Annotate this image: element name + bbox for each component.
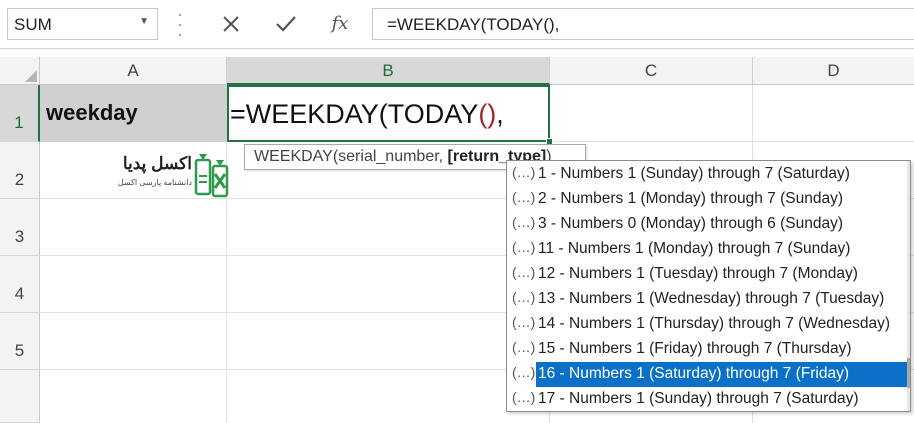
cell-a1-value: weekday <box>46 100 138 125</box>
name-box[interactable]: SUM ▼ <box>7 8 158 40</box>
row-header-1[interactable]: 1 <box>0 85 40 142</box>
argument-value-icon: (…) <box>512 289 536 305</box>
fx-icon: fx <box>331 13 349 34</box>
row-header-6[interactable] <box>0 370 40 423</box>
check-icon <box>276 16 296 32</box>
divider <box>0 48 914 49</box>
logo-subtitle: دانشنامه پارسی اکسل <box>117 178 192 187</box>
tooltip-arg-serial-number[interactable]: serial_number, <box>338 148 447 165</box>
dropdown-item[interactable]: (…) 15 - Numbers 1 (Friday) through 7 (T… <box>508 337 910 362</box>
name-box-value: SUM <box>14 15 52 34</box>
active-cell-b1[interactable]: =WEEKDAY(TODAY(), <box>227 85 550 142</box>
drag-handle-icon[interactable]: · · · <box>177 5 183 43</box>
row-header-2[interactable]: 2 <box>0 142 40 199</box>
select-all-button[interactable] <box>0 57 40 85</box>
argument-value-icon: (…) <box>512 264 536 280</box>
column-header-a[interactable]: A <box>40 57 227 85</box>
argument-value-icon: (…) <box>512 214 536 230</box>
dropdown-scrollbar[interactable] <box>907 161 910 411</box>
logo-name: اکسل پدیا <box>122 154 192 173</box>
dropdown-item[interactable]: (…) 1 - Numbers 1 (Sunday) through 7 (Sa… <box>508 162 910 187</box>
argument-value-icon: (…) <box>512 239 536 255</box>
formula-input[interactable]: =WEEKDAY(TODAY(), <box>372 8 914 40</box>
column-header-d[interactable]: D <box>753 57 914 85</box>
enter-button[interactable] <box>271 10 301 38</box>
row-header-5[interactable]: 5 <box>0 313 40 370</box>
argument-value-icon: (…) <box>512 389 536 405</box>
dropdown-item[interactable]: (…) 17 - Numbers 1 (Sunday) through 7 (S… <box>508 387 910 412</box>
argument-value-icon: (…) <box>512 164 536 180</box>
select-all-triangle-icon <box>25 70 37 82</box>
dropdown-item[interactable]: (…) 13 - Numbers 1 (Wednesday) through 7… <box>508 287 910 312</box>
insert-function-button[interactable]: fx <box>325 10 355 38</box>
argument-value-icon: (…) <box>512 314 536 330</box>
logo: اکسل پدیا دانشنامه پارسی اکسل <box>110 152 230 198</box>
dropdown-item-selected[interactable]: (…) 16 - Numbers 1 (Saturday) through 7 … <box>508 362 910 387</box>
dropdown-item[interactable]: (…) 14 - Numbers 1 (Thursday) through 7 … <box>508 312 910 337</box>
argument-value-icon: (…) <box>512 364 536 380</box>
argument-value-icon: (…) <box>512 189 536 205</box>
formula-bar: SUM ▼ · · · fx =WEEKDAY(TODAY(), <box>0 0 914 48</box>
row-header-3[interactable]: 3 <box>0 199 40 256</box>
chevron-down-icon[interactable]: ▼ <box>139 16 149 27</box>
close-icon <box>223 16 239 32</box>
dropdown-item[interactable]: (…) 3 - Numbers 0 (Monday) through 6 (Su… <box>508 212 910 237</box>
column-header-b[interactable]: B <box>227 57 550 85</box>
scrollbar-thumb[interactable] <box>907 358 910 388</box>
formula-text: =WEEKDAY(TODAY(), <box>387 15 560 34</box>
argument-value-icon: (…) <box>512 339 536 355</box>
row-header-4[interactable]: 4 <box>0 256 40 313</box>
dropdown-item[interactable]: (…) 2 - Numbers 1 (Monday) through 7 (Su… <box>508 187 910 212</box>
return-type-dropdown[interactable]: (…) 1 - Numbers 1 (Sunday) through 7 (Sa… <box>506 160 911 412</box>
cell-a1[interactable]: weekday <box>40 85 227 142</box>
tooltip-function-link[interactable]: WEEKDAY <box>254 148 333 165</box>
column-header-c[interactable]: C <box>550 57 753 85</box>
dropdown-item[interactable]: (…) 11 - Numbers 1 (Monday) through 7 (S… <box>508 237 910 262</box>
cell-b1-formula: =WEEKDAY(TODAY(), <box>230 99 504 129</box>
dropdown-item[interactable]: (…) 12 - Numbers 1 (Tuesday) through 7 (… <box>508 262 910 287</box>
cancel-button[interactable] <box>216 10 246 38</box>
paren-highlight: () <box>478 99 497 129</box>
excel-logo-icon <box>194 154 229 198</box>
